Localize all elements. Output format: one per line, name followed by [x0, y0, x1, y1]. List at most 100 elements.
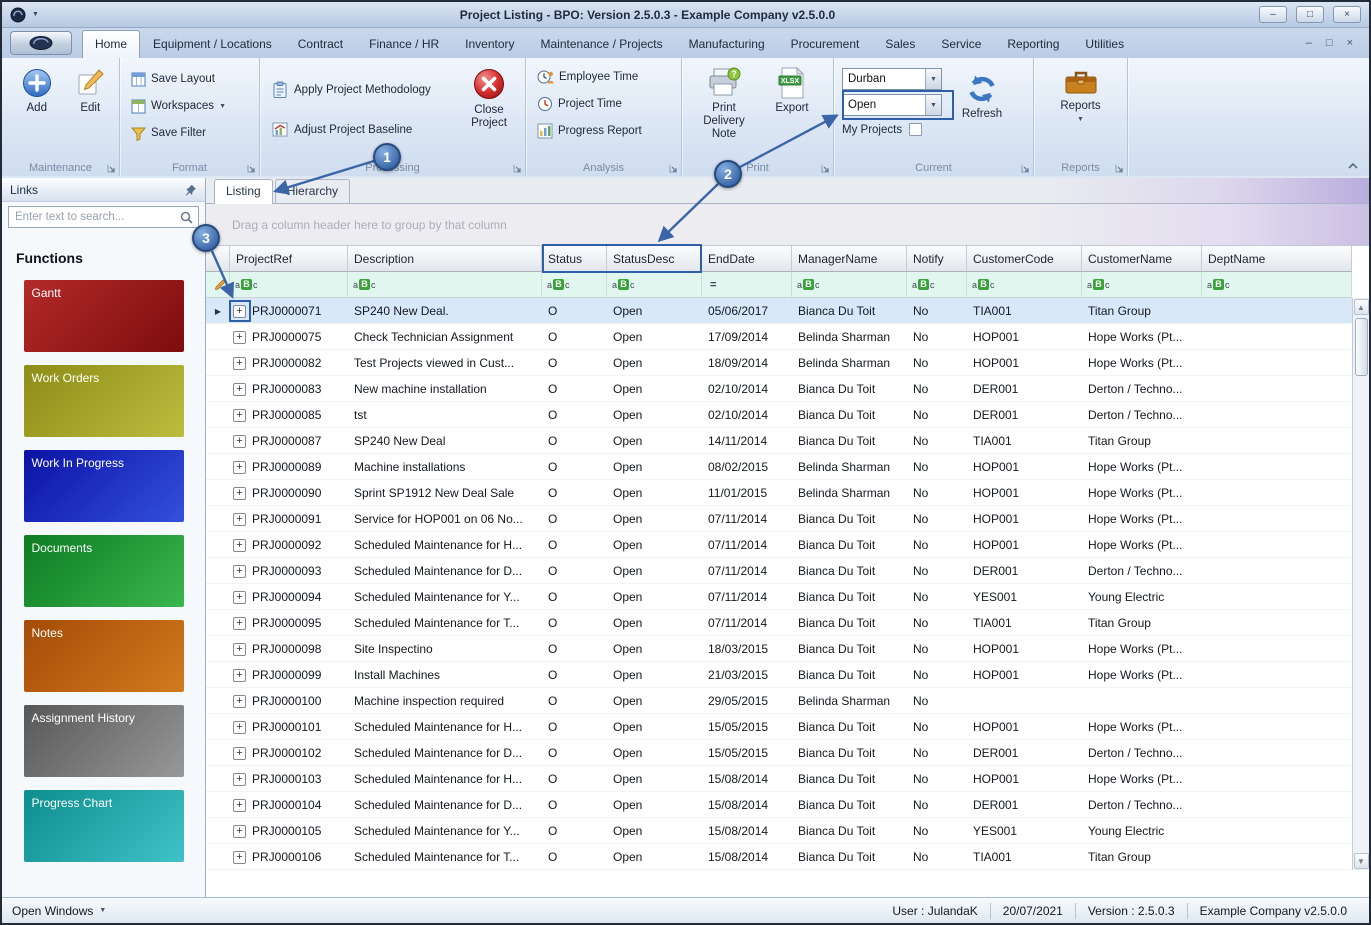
close-button[interactable]: ×	[1333, 6, 1361, 23]
tab-listing[interactable]: Listing	[214, 179, 273, 204]
pin-icon[interactable]	[185, 184, 197, 196]
column-header-customername[interactable]: CustomerName	[1082, 246, 1202, 272]
expand-icon[interactable]: +	[233, 512, 246, 526]
table-row[interactable]: + PRJ0000082 Test Projects viewed in Cust.…	[206, 350, 1352, 376]
employee-time-button[interactable]: Employee Time	[532, 65, 675, 89]
ribbon-tab-inventory[interactable]: Inventory	[452, 30, 527, 58]
table-row[interactable]: + PRJ0000101 Scheduled Maintenance for H..…	[206, 714, 1352, 740]
function-button-work-orders[interactable]: Work Orders	[23, 365, 184, 437]
expand-icon[interactable]: +	[233, 564, 246, 578]
column-header-customercode[interactable]: CustomerCode	[967, 246, 1082, 272]
expand-icon[interactable]: +	[233, 330, 246, 344]
expand-icon[interactable]: +	[233, 382, 246, 396]
ribbon-tab-equipment-locations[interactable]: Equipment / Locations	[140, 30, 285, 58]
vertical-scrollbar[interactable]: ▲ ▼	[1352, 298, 1369, 870]
function-button-documents[interactable]: Documents	[23, 535, 184, 607]
table-row[interactable]: + PRJ0000090 Sprint SP1912 New Deal Sale O O…	[206, 480, 1352, 506]
filter-cell-enddate[interactable]: =	[702, 272, 792, 298]
progress-report-button[interactable]: Progress Report	[532, 119, 675, 143]
table-row[interactable]: + PRJ0000103 Scheduled Maintenance for H..…	[206, 766, 1352, 792]
expand-icon[interactable]: +	[233, 356, 246, 370]
save-layout-button[interactable]: Save Layout	[126, 67, 253, 91]
table-row[interactable]: + PRJ0000075 Check Technician Assignment O O…	[206, 324, 1352, 350]
search-icon[interactable]	[180, 211, 193, 224]
mdi-close-icon[interactable]: ×	[1347, 37, 1353, 49]
expand-icon[interactable]: +	[233, 486, 246, 500]
minimize-button[interactable]: –	[1259, 6, 1287, 23]
table-row[interactable]: + PRJ0000094 Scheduled Maintenance for Y..…	[206, 584, 1352, 610]
ribbon-tab-home[interactable]: Home	[82, 30, 141, 58]
function-button-assignment-history[interactable]: Assignment History	[23, 705, 184, 777]
function-button-progress-chart[interactable]: Progress Chart	[23, 790, 184, 862]
table-row[interactable]: + PRJ0000087 SP240 New Deal O Open 14/11/2014…	[206, 428, 1352, 454]
dialog-launcher-icon[interactable]	[669, 164, 678, 173]
filter-cell-managername[interactable]: aBc	[792, 272, 907, 298]
status-combobox-dropdown-button[interactable]: ▼	[925, 95, 941, 115]
function-button-gantt[interactable]: Gantt	[23, 280, 184, 352]
expand-icon[interactable]: +	[233, 720, 246, 734]
table-row[interactable]: + PRJ0000104 Scheduled Maintenance for D..…	[206, 792, 1352, 818]
expand-icon[interactable]: +	[233, 590, 246, 604]
my-projects-checkbox[interactable]	[909, 123, 923, 136]
table-row[interactable]: + PRJ0000083 New machine installation O Open…	[206, 376, 1352, 402]
dialog-launcher-icon[interactable]	[821, 164, 830, 173]
application-menu-button[interactable]	[10, 31, 72, 55]
column-header-deptname[interactable]: DeptName	[1202, 246, 1352, 272]
expand-icon[interactable]: +	[233, 538, 246, 552]
site-combobox[interactable]: Durban ▼	[842, 68, 942, 90]
function-button-notes[interactable]: Notes	[23, 620, 184, 692]
expand-icon[interactable]: +	[233, 746, 246, 760]
expand-icon[interactable]: +	[233, 824, 246, 838]
ribbon-tab-service[interactable]: Service	[928, 30, 994, 58]
refresh-button[interactable]: Refresh	[952, 68, 1012, 159]
scroll-up-icon[interactable]: ▲	[1353, 299, 1369, 315]
table-row[interactable]: + PRJ0000098 Site Inspectino O Open 18/03/201…	[206, 636, 1352, 662]
column-header-statusdesc[interactable]: StatusDesc	[607, 246, 702, 272]
table-row[interactable]: + PRJ0000106 Scheduled Maintenance for T..…	[206, 844, 1352, 870]
filter-cell-statusdesc[interactable]: aBc	[607, 272, 702, 298]
dialog-launcher-icon[interactable]	[1115, 164, 1124, 173]
expand-icon[interactable]: +	[233, 408, 246, 422]
table-row[interactable]: + PRJ0000100 Machine inspection required O O…	[206, 688, 1352, 714]
quick-access-caret-icon[interactable]: ▼	[32, 11, 39, 18]
ribbon-tab-procurement[interactable]: Procurement	[778, 30, 873, 58]
table-row[interactable]: ▶ + PRJ0000071 SP240 New Deal. O Open 05/06/20…	[206, 298, 1352, 324]
apply-project-methodology-button[interactable]: Apply Project Methodology	[266, 78, 455, 102]
save-filter-button[interactable]: Save Filter	[126, 121, 253, 145]
table-row[interactable]: + PRJ0000089 Machine installations O Open 08/…	[206, 454, 1352, 480]
mdi-minimize-icon[interactable]: –	[1306, 37, 1312, 49]
mdi-restore-icon[interactable]: □	[1326, 37, 1333, 49]
table-row[interactable]: + PRJ0000092 Scheduled Maintenance for H..…	[206, 532, 1352, 558]
filter-cell-status[interactable]: aBc	[542, 272, 607, 298]
dialog-launcher-icon[interactable]	[247, 164, 256, 173]
table-row[interactable]: + PRJ0000095 Scheduled Maintenance for T..…	[206, 610, 1352, 636]
dialog-launcher-icon[interactable]	[513, 164, 522, 173]
open-windows-button[interactable]: Open Windows ▼	[12, 904, 106, 918]
site-combobox-dropdown-button[interactable]: ▼	[925, 69, 941, 89]
add-button[interactable]: Add	[14, 62, 60, 159]
dialog-launcher-icon[interactable]	[107, 164, 116, 173]
scrollbar-thumb[interactable]	[1354, 318, 1368, 376]
maximize-button[interactable]: □	[1296, 6, 1324, 23]
expand-icon[interactable]: +	[233, 668, 246, 682]
ribbon-tab-contract[interactable]: Contract	[285, 30, 356, 58]
filter-cell-deptname[interactable]: aBc	[1202, 272, 1352, 298]
collapse-ribbon-icon[interactable]	[1347, 161, 1359, 170]
expand-icon[interactable]: +	[233, 434, 246, 448]
column-header-status[interactable]: Status	[542, 246, 607, 272]
expand-icon[interactable]: +	[233, 642, 246, 656]
table-row[interactable]: + PRJ0000091 Service for HOP001 on 06 No..…	[206, 506, 1352, 532]
close-project-button[interactable]: Close Project	[459, 62, 519, 159]
expand-icon[interactable]: +	[233, 850, 246, 864]
expand-icon[interactable]: +	[233, 694, 246, 708]
search-input[interactable]	[8, 206, 199, 228]
filter-cell-description[interactable]: aBc	[348, 272, 542, 298]
adjust-project-baseline-button[interactable]: Adjust Project Baseline	[266, 118, 455, 142]
table-row[interactable]: + PRJ0000099 Install Machines O Open 21/03/20…	[206, 662, 1352, 688]
column-header-enddate[interactable]: EndDate	[702, 246, 792, 272]
column-header-projectref[interactable]: ProjectRef	[230, 246, 348, 272]
workspaces-button[interactable]: Workspaces ▼	[126, 94, 253, 118]
function-button-work-in-progress[interactable]: Work In Progress	[23, 450, 184, 522]
filter-cell-customercode[interactable]: aBc	[967, 272, 1082, 298]
ribbon-tab-utilities[interactable]: Utilities	[1072, 30, 1137, 58]
